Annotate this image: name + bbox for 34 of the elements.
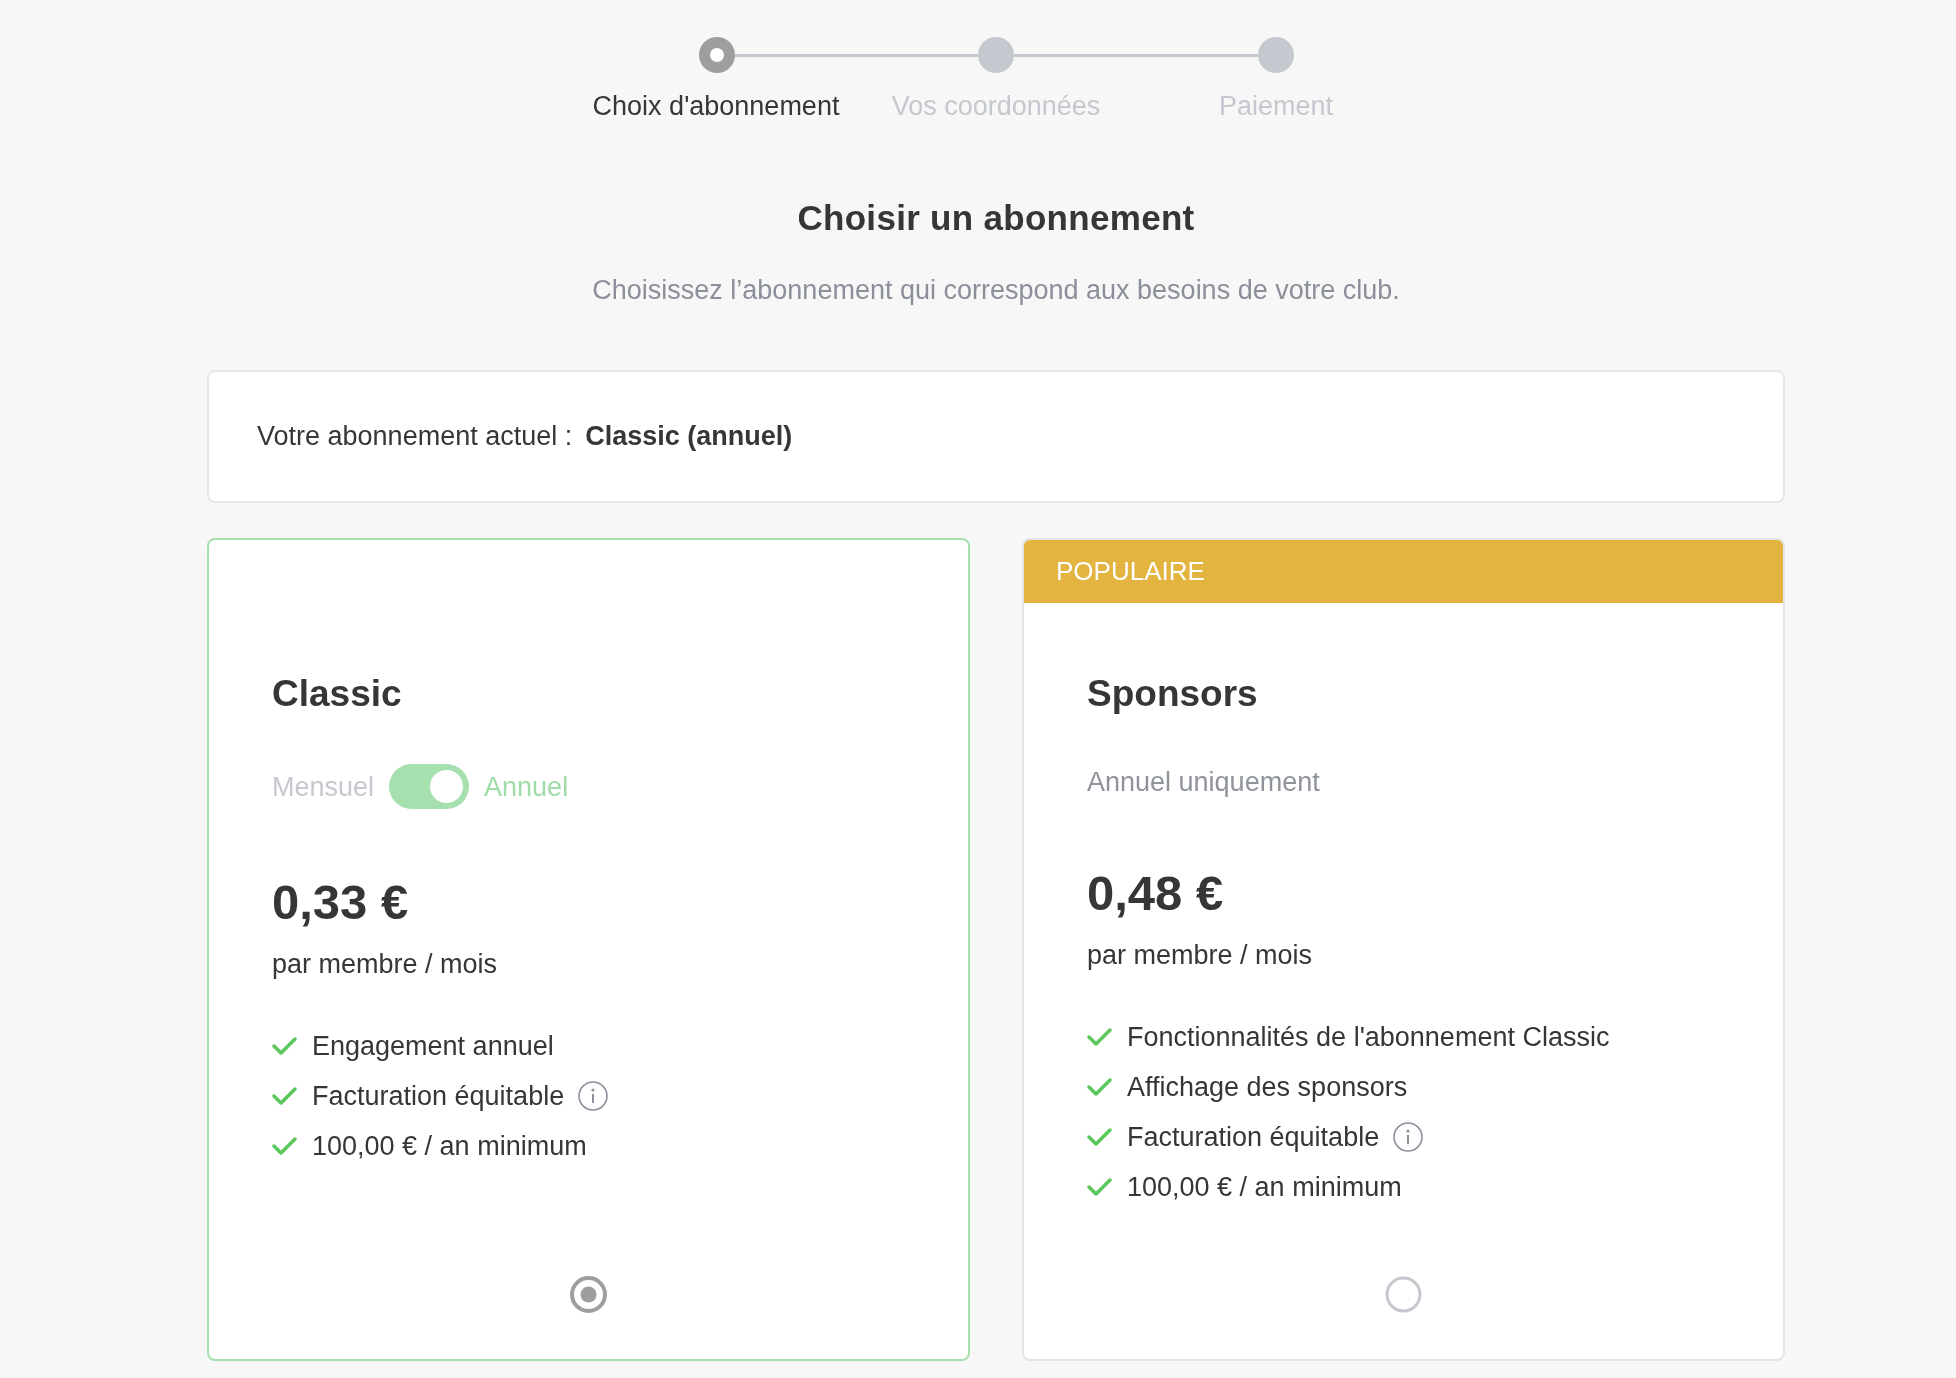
feature-text: Facturation équitable [1127,1121,1380,1154]
check-icon [272,1137,297,1155]
current-plan-label: Votre abonnement actuel : [257,420,573,454]
billing-option-label: Mensuel [272,770,375,804]
radio-button[interactable] [1385,1276,1422,1313]
check-icon [1087,1028,1112,1046]
check-icon [272,1037,297,1055]
check-icon [1087,1178,1112,1196]
page-subtitle: Choisissez l’abonnement qui correspond aux besoins de votre club. [592,274,1400,307]
info-icon[interactable] [1393,1122,1424,1152]
billing-note: Annuel uniquement [1087,766,1320,799]
plan-name: Sponsors [1087,672,1258,716]
feature-text: Facturation équitable [312,1080,565,1113]
feature-text: 100,00 € / an minimum [312,1130,587,1163]
radio-button[interactable] [570,1276,607,1313]
price-unit: par membre / mois [272,948,498,981]
feature-text: Affichage des sponsors [1127,1071,1408,1104]
check-icon [1087,1078,1112,1096]
page-title: Choisir un abonnement [797,197,1195,239]
plan-price: 0,48 € [1087,865,1224,922]
feature-text: 100,00 € / an minimum [1127,1171,1402,1204]
plan-name: Classic [272,672,402,716]
feature-text: Engagement annuel [312,1030,554,1063]
popular-banner: POPULAIRE [1024,540,1783,603]
info-icon[interactable] [578,1081,609,1111]
price-unit: par membre / mois [1087,939,1313,972]
check-icon [1087,1128,1112,1146]
billing-toggle[interactable] [389,764,470,809]
plan-price: 0,33 € [272,874,409,931]
check-icon [272,1087,297,1105]
step-label: Choix d'abonnement [592,90,840,123]
feature-text: Fonctionnalités de l'abonnement Classic [1127,1021,1610,1054]
billing-option-label: Annuel [484,770,569,804]
current-plan-value: Classic (annuel) [585,420,793,454]
